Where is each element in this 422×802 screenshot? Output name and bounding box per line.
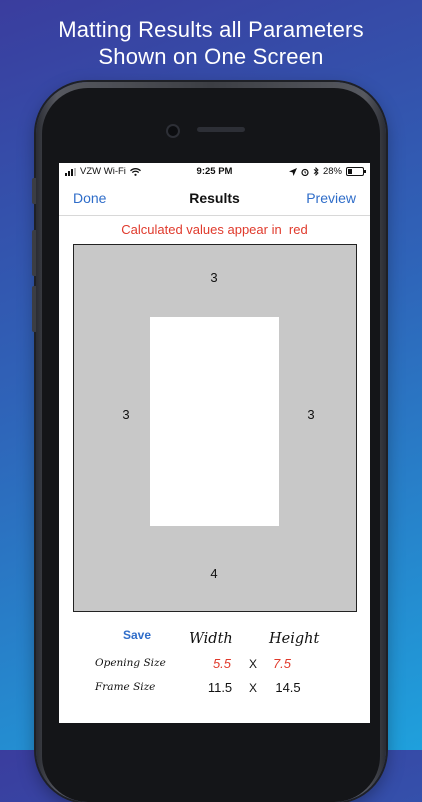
navigation-bar: Done Results Preview bbox=[59, 181, 370, 216]
volume-down-button bbox=[32, 286, 36, 332]
opening-size-label: Opening Size bbox=[95, 657, 166, 669]
frame-width-value: 11.5 bbox=[207, 680, 233, 695]
promo-line-2: Shown on One Screen bbox=[98, 44, 324, 69]
times-symbol: X bbox=[249, 657, 258, 671]
battery-percent: 28% bbox=[322, 166, 342, 177]
width-header: Width bbox=[189, 631, 233, 647]
height-header: Height bbox=[269, 631, 320, 647]
mat-diagram: 3 3 3 4 bbox=[73, 244, 357, 612]
app-screen: VZW Wi-Fi 9:25 PM 28% Done Results Previ… bbox=[59, 163, 370, 723]
top-border-value: 3 bbox=[210, 270, 218, 285]
opening-height-value: 7.5 bbox=[272, 656, 292, 671]
save-button[interactable]: Save bbox=[123, 628, 151, 642]
frame-size-label: Frame Size bbox=[95, 681, 156, 693]
bottom-border-value: 4 bbox=[210, 566, 218, 581]
left-border-value: 3 bbox=[122, 407, 130, 422]
mat-opening bbox=[150, 317, 279, 526]
location-icon bbox=[288, 167, 297, 176]
battery-icon bbox=[346, 167, 366, 176]
opening-width-value: 5.5 bbox=[212, 656, 232, 671]
front-camera bbox=[166, 124, 180, 138]
times-symbol: X bbox=[249, 681, 258, 695]
status-bar: VZW Wi-Fi 9:25 PM 28% bbox=[59, 163, 370, 181]
promo-line-1: Matting Results all Parameters bbox=[58, 17, 364, 42]
alarm-icon bbox=[301, 168, 309, 176]
preview-button[interactable]: Preview bbox=[306, 190, 356, 206]
frame-height-value: 14.5 bbox=[275, 680, 301, 695]
mute-switch bbox=[32, 178, 36, 204]
calculated-hint: Calculated values appear in red bbox=[121, 222, 308, 237]
promo-headline: Matting Results all Parameters Shown on … bbox=[0, 16, 422, 70]
right-border-value: 3 bbox=[307, 407, 315, 422]
earpiece-speaker bbox=[197, 127, 245, 132]
bluetooth-icon bbox=[313, 167, 319, 176]
volume-up-button bbox=[32, 230, 36, 276]
